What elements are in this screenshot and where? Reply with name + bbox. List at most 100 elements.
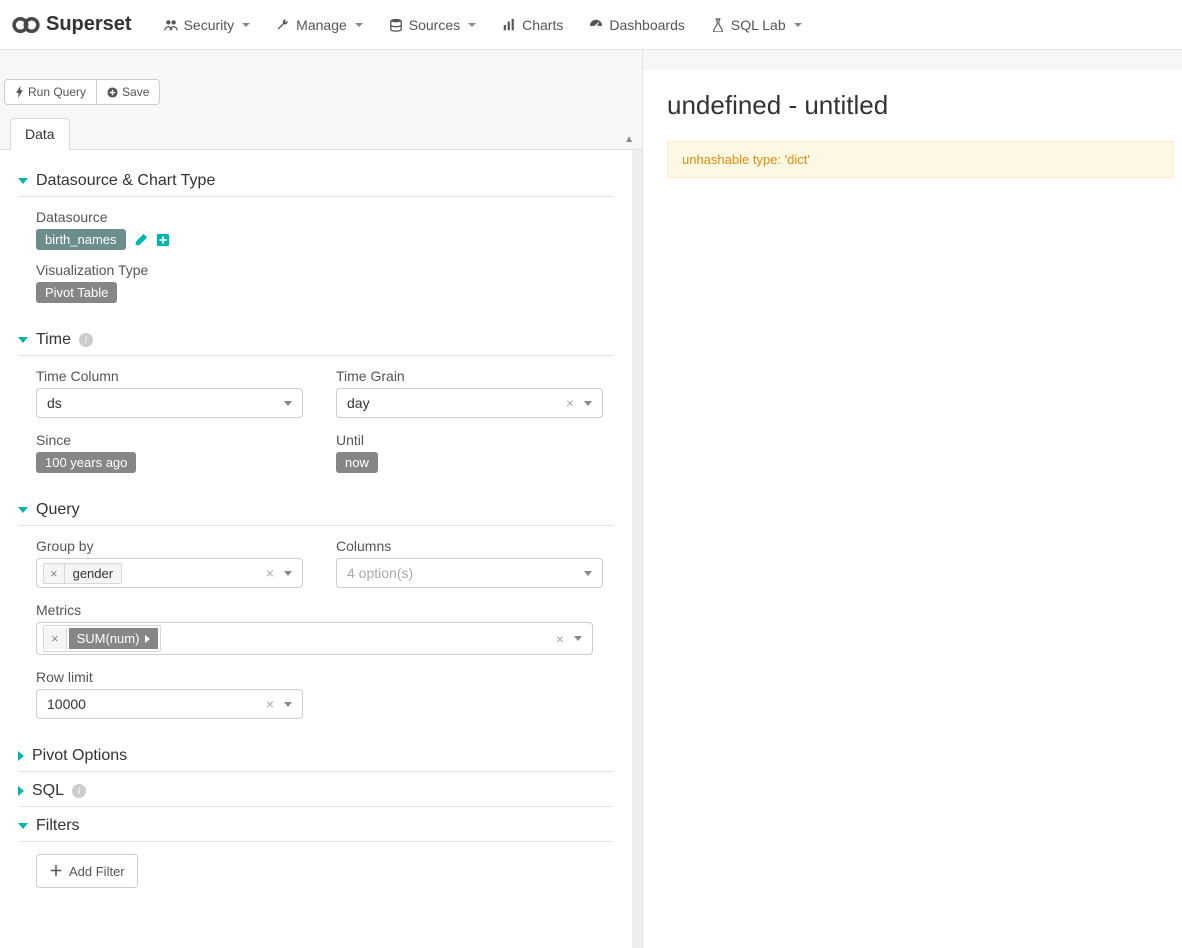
chevron-down-icon	[355, 23, 363, 27]
nav-sources[interactable]: Sources	[377, 9, 488, 41]
nav-sources-label: Sources	[409, 17, 460, 33]
nav-charts[interactable]: Charts	[490, 9, 575, 41]
section-datasource: Datasource & Chart Type Datasource birth…	[18, 162, 614, 321]
nav-manage[interactable]: Manage	[264, 9, 375, 41]
rowlimit-select[interactable]: 10000 ×	[36, 689, 303, 719]
run-query-label: Run Query	[28, 85, 86, 99]
save-label: Save	[122, 85, 149, 99]
bar-chart-icon	[502, 18, 516, 32]
tab-data[interactable]: Data	[10, 118, 70, 150]
metric-pill[interactable]: SUM(num)	[69, 628, 159, 649]
caret-down-icon	[18, 178, 28, 184]
caret-right-icon	[18, 751, 24, 761]
chart-panel: undefined - untitled unhashable type: 'd…	[643, 70, 1182, 948]
section-query-title: Query	[36, 501, 80, 519]
nav-sqllab[interactable]: SQL Lab	[699, 9, 814, 41]
users-icon	[164, 18, 178, 32]
tabs: Data ▲	[0, 109, 642, 150]
chevron-down-icon	[468, 23, 476, 27]
time-grain-value: day	[343, 393, 566, 413]
columns-select[interactable]: 4 option(s)	[336, 558, 603, 588]
section-time: Time i Time Column ds Time Grai	[18, 321, 614, 491]
add-datasource-button[interactable]	[156, 233, 170, 247]
metric-tag: × SUM(num)	[43, 625, 161, 652]
controls-scroll[interactable]: Datasource & Chart Type Datasource birth…	[0, 150, 642, 948]
caret-right-icon	[145, 635, 150, 643]
time-column-value: ds	[43, 393, 280, 413]
columns-label: Columns	[336, 538, 614, 554]
since-label: Since	[36, 432, 314, 448]
section-pivot-header[interactable]: Pivot Options	[18, 737, 614, 772]
metrics-select[interactable]: × SUM(num) ×	[36, 622, 593, 655]
info-icon[interactable]: i	[72, 784, 86, 798]
error-text: unhashable type: 'dict'	[682, 152, 810, 167]
remove-metric-button[interactable]: ×	[44, 628, 67, 649]
info-icon[interactable]: i	[79, 333, 93, 347]
section-sql-header[interactable]: SQL i	[18, 772, 614, 807]
columns-placeholder: 4 option(s)	[343, 563, 580, 583]
datasource-label: Datasource	[36, 209, 614, 225]
chevron-down-icon	[584, 571, 592, 576]
section-datasource-title: Datasource & Chart Type	[36, 172, 215, 190]
section-filters-title: Filters	[36, 817, 80, 835]
nav-security[interactable]: Security	[152, 9, 263, 41]
viz-type-value[interactable]: Pivot Table	[36, 282, 117, 303]
datasource-value[interactable]: birth_names	[36, 229, 126, 250]
run-query-button[interactable]: Run Query	[4, 79, 97, 105]
section-datasource-header[interactable]: Datasource & Chart Type	[18, 162, 614, 197]
add-filter-button[interactable]: ＋ Add Filter	[36, 854, 138, 888]
clear-icon[interactable]: ×	[566, 395, 574, 411]
metric-label: SUM(num)	[77, 631, 140, 646]
until-value[interactable]: now	[336, 452, 378, 473]
section-sql-title: SQL	[32, 782, 64, 800]
pencil-icon	[134, 233, 148, 247]
toolbar: Run Query Save	[0, 50, 642, 109]
time-grain-select[interactable]: day ×	[336, 388, 603, 418]
save-button[interactable]: Save	[97, 79, 160, 105]
edit-datasource-button[interactable]	[134, 233, 148, 247]
section-pivot-title: Pivot Options	[32, 747, 127, 765]
nav-charts-label: Charts	[522, 17, 563, 33]
time-column-select[interactable]: ds	[36, 388, 303, 418]
section-time-header[interactable]: Time i	[18, 321, 614, 356]
tab-scroll-caret[interactable]: ▲	[616, 130, 642, 149]
section-filters-header[interactable]: Filters	[18, 807, 614, 842]
brand[interactable]: Superset	[12, 13, 132, 36]
chevron-down-icon	[284, 571, 292, 576]
groupby-label: Group by	[36, 538, 314, 554]
caret-down-icon	[18, 337, 28, 343]
nav-menu: Security Manage Sources Charts Dashboard…	[152, 9, 814, 41]
wrench-icon	[276, 18, 290, 32]
rowlimit-label: Row limit	[36, 669, 614, 685]
caret-down-icon	[18, 823, 28, 829]
groupby-select[interactable]: × gender ×	[36, 558, 303, 588]
section-query: Query Group by × gender ×	[18, 491, 614, 737]
add-filter-label: Add Filter	[69, 864, 125, 879]
viz-type-label: Visualization Type	[36, 262, 614, 278]
remove-tag-button[interactable]: ×	[44, 564, 65, 583]
chevron-down-icon	[284, 401, 292, 406]
navbar: Superset Security Manage Sources Charts …	[0, 0, 1182, 50]
nav-sqllab-label: SQL Lab	[731, 17, 786, 33]
groupby-tag: × gender	[43, 563, 122, 584]
nav-dashboards[interactable]: Dashboards	[577, 9, 697, 41]
nav-manage-label: Manage	[296, 17, 347, 33]
nav-dashboards-label: Dashboards	[609, 17, 685, 33]
clear-icon[interactable]: ×	[266, 565, 274, 581]
since-value[interactable]: 100 years ago	[36, 452, 136, 473]
clear-icon[interactable]: ×	[266, 696, 274, 712]
groupby-tag-label: gender	[65, 564, 121, 583]
clear-icon[interactable]: ×	[556, 631, 564, 647]
error-alert: unhashable type: 'dict'	[667, 141, 1174, 178]
main: Run Query Save Data ▲ Datasource & Chart…	[0, 50, 1182, 948]
chevron-down-icon	[584, 401, 592, 406]
section-query-header[interactable]: Query	[18, 491, 614, 526]
brand-text: Superset	[46, 13, 132, 36]
section-pivot: Pivot Options	[18, 737, 614, 772]
flask-icon	[711, 18, 725, 32]
chart-title[interactable]: undefined - untitled	[667, 90, 1182, 121]
section-time-title: Time	[36, 331, 71, 349]
plus-circle-icon	[107, 87, 118, 98]
chevron-down-icon	[574, 636, 582, 641]
plus-square-icon	[156, 233, 170, 247]
